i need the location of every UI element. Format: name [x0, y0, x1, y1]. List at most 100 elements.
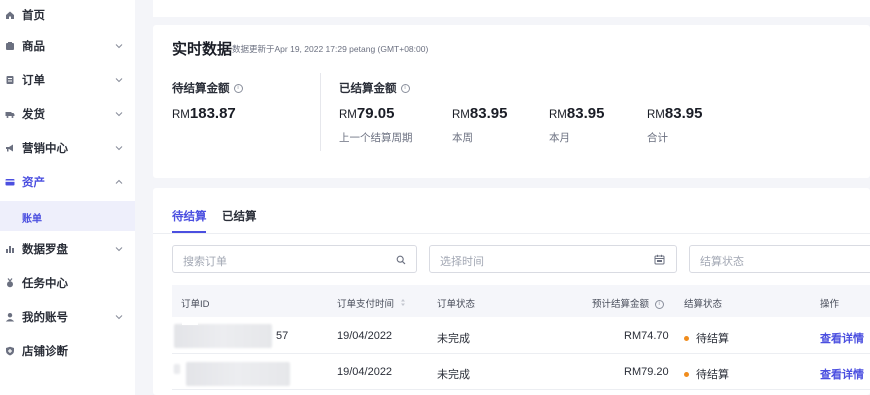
user-icon — [5, 312, 15, 322]
tab-settled[interactable]: 已结算 — [222, 208, 257, 224]
section-title: 实时数据 — [172, 41, 233, 58]
chevron-down-icon — [114, 75, 124, 85]
orders-card: 待结算 已结算 搜索订单 选择时间 结算状态 订单ID 订单支付时间 订单状态 … — [153, 188, 870, 395]
amount-value: 83.95 — [566, 105, 605, 122]
estimated-amount: RM74.70 — [624, 330, 669, 342]
sidebar-subitem-label: 账单 — [22, 214, 42, 225]
sidebar-item-label: 我的账号 — [22, 312, 68, 324]
table-row: 57 19/04/2022 未完成 RM74.70 待结算 查看详情 — [172, 318, 870, 354]
redacted-order-id — [186, 362, 290, 386]
order-icon — [5, 75, 15, 85]
sidebar-item-task-center[interactable]: 任务中心 — [0, 268, 135, 298]
sidebar-item-home[interactable]: 首页 — [0, 0, 135, 30]
wallet-icon — [5, 177, 15, 187]
redacted-order-id — [182, 320, 198, 325]
amount-caption: 上一个结算周期 — [339, 132, 413, 144]
amount-caption: 本月 — [549, 132, 570, 144]
currency: RM — [339, 109, 357, 121]
sidebar-item-label: 商品 — [22, 41, 45, 53]
settled-amount-this-month: RM83.95 — [549, 105, 604, 122]
calendar-icon — [654, 254, 665, 265]
settled-amount-this-week: RM83.95 — [452, 105, 507, 122]
megaphone-icon — [5, 143, 15, 153]
sidebar-item-label: 任务中心 — [22, 278, 68, 290]
pay-time: 19/04/2022 — [337, 330, 393, 342]
settle-status-text: 待结算 — [696, 333, 729, 345]
table-header: 订单ID 订单支付时间 订单状态 预计结算金额 i 结算状态 操作 — [172, 285, 870, 317]
settle-status-select[interactable]: 结算状态 — [689, 245, 870, 273]
order-id-suffix: 57 — [276, 330, 289, 342]
divider — [320, 73, 321, 151]
currency: RM — [172, 109, 190, 121]
currency: RM — [452, 109, 470, 121]
search-input[interactable]: 搜索订单 — [172, 245, 417, 273]
amount-value: 183.87 — [189, 105, 236, 122]
settle-status: 待结算 — [684, 330, 729, 346]
sidebar-item-label: 订单 — [22, 75, 45, 87]
settle-status-text: 待结算 — [696, 369, 729, 381]
amount-value: 83.95 — [469, 105, 508, 122]
time-picker[interactable]: 选择时间 — [429, 245, 677, 273]
pending-amount-label: 待结算金额 i — [172, 80, 243, 96]
tab-pending[interactable]: 待结算 — [172, 208, 207, 224]
status-dot — [684, 335, 689, 341]
amount-caption: 合计 — [647, 132, 668, 144]
info-icon[interactable]: i — [654, 299, 664, 309]
home-icon — [5, 10, 15, 20]
sidebar-item-my-account[interactable]: 我的账号 — [0, 302, 135, 332]
amount-value: 79.05 — [356, 105, 395, 122]
status-placeholder: 结算状态 — [700, 256, 744, 268]
amount-value: 83.95 — [664, 105, 703, 122]
search-placeholder: 搜索订单 — [183, 256, 227, 268]
settled-amount-total: RM83.95 — [647, 105, 702, 122]
redacted-order-id — [174, 324, 272, 348]
info-icon[interactable]: i — [400, 83, 410, 93]
view-details-link[interactable]: 查看详情 — [820, 330, 864, 346]
column-header: 订单ID — [181, 299, 210, 310]
sidebar: 首页 商品 订单 发货 营销中心 资产 账单 数据罗盘 任务中心 我的账号 店铺… — [0, 0, 135, 395]
medal-icon — [5, 278, 15, 288]
column-header: 订单状态 — [437, 299, 476, 310]
pending-amount: RM183.87 — [172, 105, 236, 122]
sidebar-item-label: 资产 — [22, 177, 45, 189]
chevron-down-icon — [114, 109, 124, 119]
chart-icon — [5, 244, 15, 254]
estimated-amount: RM79.20 — [624, 366, 669, 378]
status-dot — [684, 371, 689, 377]
currency: RM — [549, 109, 567, 121]
settle-status: 待结算 — [684, 366, 729, 382]
shipping-icon — [5, 109, 15, 119]
view-details-link[interactable]: 查看详情 — [820, 366, 864, 382]
sidebar-subitem-bills[interactable]: 账单 — [0, 201, 135, 231]
column-header-label: 订单支付时间 — [337, 299, 395, 310]
amount-caption: 本周 — [452, 132, 473, 144]
sidebar-item-marketing[interactable]: 营销中心 — [0, 133, 135, 163]
sort-icon[interactable] — [400, 298, 406, 310]
column-header-sortable[interactable]: 订单支付时间 — [337, 296, 406, 310]
page-header — [153, 0, 870, 17]
sidebar-item-label: 营销中心 — [22, 143, 68, 155]
redacted-order-id — [174, 364, 180, 374]
settled-amount-label-text: 已结算金额 — [339, 83, 397, 95]
sidebar-item-label: 发货 — [22, 109, 45, 121]
diagnosis-icon — [5, 346, 15, 356]
currency: RM — [647, 109, 665, 121]
sidebar-item-data-compass[interactable]: 数据罗盘 — [0, 234, 135, 264]
order-status: 未完成 — [437, 333, 470, 345]
sidebar-item-label: 首页 — [22, 10, 45, 22]
settled-amount-last-cycle: RM79.05 — [339, 105, 394, 122]
product-icon — [5, 41, 15, 51]
update-timestamp: 数据更新于Apr 19, 2022 17:29 petang (GMT+08:0… — [232, 44, 429, 54]
column-header-amount: 预计结算金额 i — [592, 296, 664, 310]
search-icon[interactable] — [395, 254, 406, 265]
sidebar-item-orders[interactable]: 订单 — [0, 65, 135, 95]
sidebar-item-shop-diagnosis[interactable]: 店铺诊断 — [0, 336, 135, 366]
order-status: 未完成 — [437, 369, 470, 381]
sidebar-item-assets[interactable]: 资产 — [0, 167, 135, 197]
info-icon[interactable]: i — [233, 83, 243, 93]
chevron-down-icon — [114, 244, 124, 254]
sidebar-item-shipping[interactable]: 发货 — [0, 99, 135, 129]
tab-divider — [153, 233, 870, 234]
sidebar-item-label: 数据罗盘 — [22, 244, 68, 256]
sidebar-item-product[interactable]: 商品 — [0, 31, 135, 61]
